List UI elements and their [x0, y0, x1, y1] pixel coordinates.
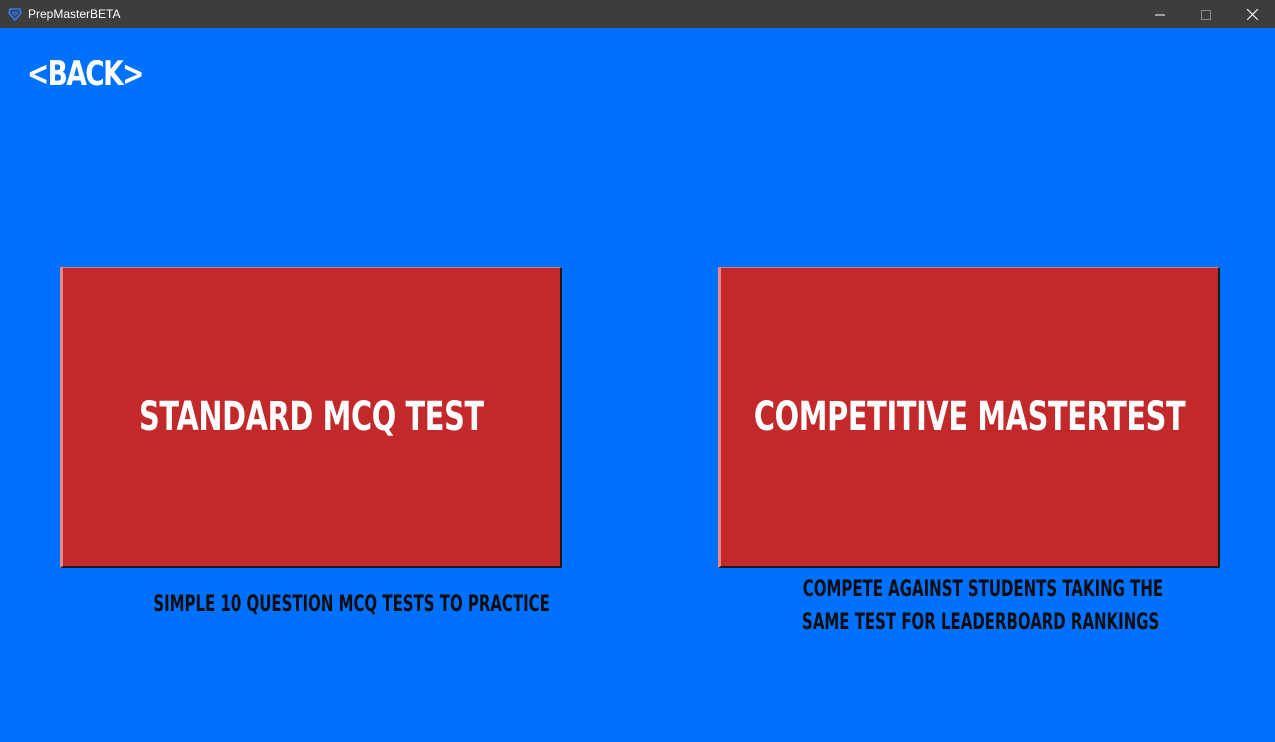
window-title: PrepMasterBETA — [28, 7, 121, 21]
window-controls — [1137, 0, 1275, 28]
minimize-icon — [1155, 5, 1165, 24]
app-logo-icon — [7, 6, 23, 22]
competitive-mastertest-button[interactable]: COMPETITIVE MASTERTEST — [718, 267, 1220, 568]
description-line: COMPETE AGAINST STUDENTS TAKING THE — [802, 577, 1164, 602]
competitive-mastertest-label: COMPETITIVE MASTERTEST — [753, 394, 1186, 440]
description-line: SAME TEST FOR LEADERBOARD RANKINGS — [802, 610, 1160, 635]
standard-mcq-test-label: STANDARD MCQ TEST — [139, 394, 484, 440]
close-button[interactable] — [1229, 0, 1275, 28]
minimize-button[interactable] — [1137, 0, 1183, 28]
close-icon — [1246, 5, 1258, 24]
standard-mcq-test-description: SIMPLE 10 QUESTION MCQ TESTS TO PRACTICE — [60, 588, 562, 621]
competitive-mastertest-description: COMPETE AGAINST STUDENTS TAKING THE SAME… — [718, 573, 1220, 639]
description-line: SIMPLE 10 QUESTION MCQ TESTS TO PRACTICE — [153, 592, 550, 617]
main-screen: <BACK> STANDARD MCQ TEST SIMPLE 10 QUEST… — [0, 28, 1275, 742]
maximize-icon — [1201, 5, 1211, 24]
standard-mcq-test-button[interactable]: STANDARD MCQ TEST — [60, 267, 562, 568]
back-button[interactable]: <BACK> — [27, 54, 144, 94]
maximize-button[interactable] — [1183, 0, 1229, 28]
title-bar: PrepMasterBETA — [0, 0, 1275, 28]
